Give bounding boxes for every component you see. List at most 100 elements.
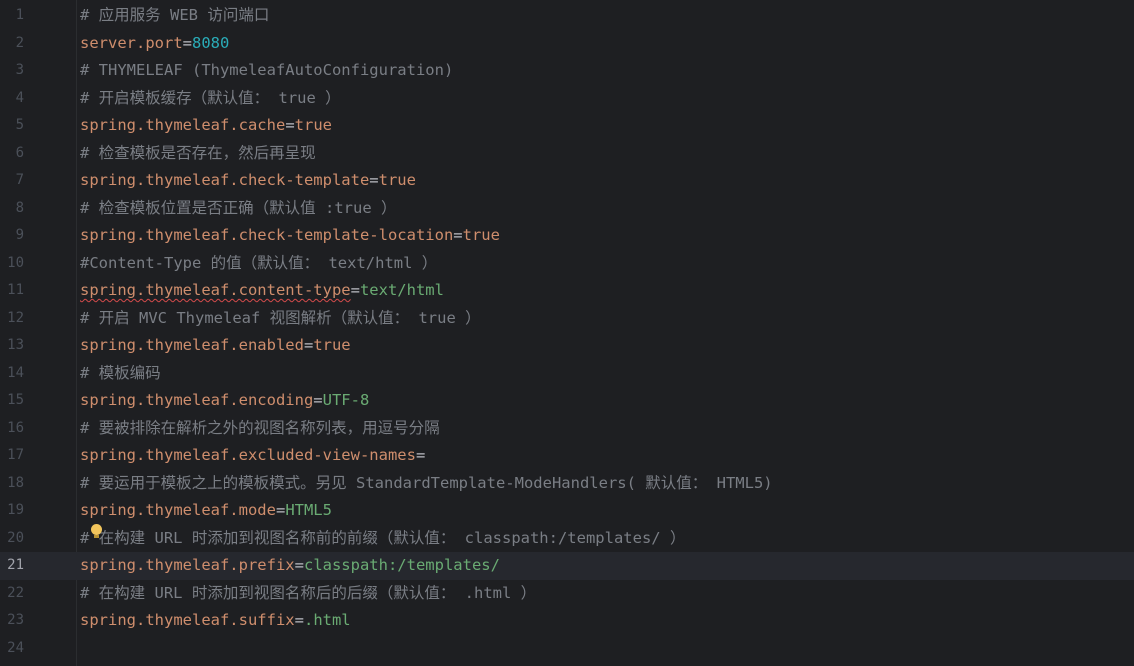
equals-sign: = (285, 116, 295, 134)
property-line: server.port=8080 (80, 30, 229, 58)
code-line[interactable]: 16 # 要被排除在解析之外的视图名称列表，用逗号分隔 (0, 415, 1134, 443)
code-line[interactable]: 3 # THYMELEAF (ThymeleafAutoConfiguration… (0, 57, 1134, 85)
property-value: text/html (359, 281, 444, 299)
line-number: 1 (15, 7, 24, 23)
line-number: 10 (7, 254, 24, 271)
equals-sign: = (313, 391, 323, 409)
code-line[interactable]: 1 # 应用服务 WEB 访问端口 (0, 2, 1134, 30)
property-line: spring.thymeleaf.enabled=true (80, 332, 351, 360)
line-number: 17 (7, 447, 24, 463)
property-key: spring.thymeleaf.check-template (80, 171, 370, 189)
code-line[interactable]: 5 spring.thymeleaf.cache=true (0, 112, 1134, 140)
code-line[interactable]: 13 spring.thymeleaf.enabled=true (0, 332, 1134, 360)
code-line[interactable]: 2 server.port=8080 (0, 30, 1134, 58)
code-line[interactable]: 10 #Content-Type 的值（默认值： text/html ） (0, 250, 1134, 278)
property-line: spring.thymeleaf.check-template-location… (80, 222, 500, 250)
line-number: 19 (7, 502, 24, 518)
code-editor[interactable]: 1 # 应用服务 WEB 访问端口 2 server.port=8080 3 # THYM… (0, 0, 1134, 666)
code-line[interactable]: 15 spring.thymeleaf.encoding=UTF-8 (0, 387, 1134, 415)
code-line[interactable]: 20 # 在构建 URL 时添加到视图名称前的前缀（默认值： classpath:… (0, 525, 1134, 553)
property-value: HTML5 (285, 501, 332, 519)
code-line[interactable]: 12 # 开启 MVC Thymeleaf 视图解析（默认值： true ） (0, 305, 1134, 333)
property-value: true (294, 116, 332, 134)
comment-text: # 在构建 URL 时添加到视图名称前的前缀（默认值： classpath:/t… (80, 528, 686, 547)
lightbulb-icon[interactable] (91, 524, 102, 538)
comment-text: # 检查模板位置是否正确（默认值 :true ） (80, 198, 397, 217)
property-value: true (462, 226, 500, 244)
property-line: spring.thymeleaf.encoding=UTF-8 (80, 387, 369, 415)
equals-sign: = (453, 226, 463, 244)
equals-sign: = (294, 556, 304, 574)
line-number: 13 (7, 337, 24, 353)
property-key: spring.thymeleaf.check-template-location (80, 226, 454, 244)
line-number: 9 (15, 227, 24, 243)
code-line[interactable]: 4 # 开启模板缓存（默认值： true ） (0, 85, 1134, 113)
property-key: spring.thymeleaf.prefix (80, 556, 295, 574)
line-number: 18 (7, 474, 24, 491)
equals-sign: = (275, 501, 286, 519)
line-number: 4 (15, 89, 24, 106)
property-key: spring.thymeleaf.enabled (80, 336, 304, 354)
comment-text: # 在构建 URL 时添加到视图名称后的后缀（默认值： .html ） (80, 583, 537, 602)
comment-text: # 开启模板缓存（默认值： true ） (80, 88, 341, 107)
code-line[interactable]: 11 spring.thymeleaf.content-type=text/htm… (0, 277, 1134, 305)
property-key: server.port (80, 33, 183, 52)
equals-sign: = (350, 281, 360, 299)
comment-text: #Content-Type 的值（默认值： text/html ） (80, 253, 438, 272)
comment-text: # 模板编码 (80, 363, 161, 382)
comment-text: # THYMELEAF (ThymeleafAutoConfiguration) (80, 61, 454, 79)
property-key: spring.thymeleaf.content-type (80, 281, 351, 299)
code-line[interactable]: 23 spring.thymeleaf.suffix=.html (0, 607, 1134, 635)
code-line[interactable]: 8 # 检查模板位置是否正确（默认值 :true ） (0, 195, 1134, 223)
property-line: spring.thymeleaf.content-type=text/html (80, 277, 444, 305)
comment-text: # 要被排除在解析之外的视图名称列表，用逗号分隔 (80, 418, 440, 437)
code-line[interactable]: 21 spring.thymeleaf.prefix=classpath:/tem… (0, 552, 1134, 580)
comment-text: # 要运用于模板之上的模板模式。另见 StandardTemplate-Mode… (80, 473, 773, 492)
property-value: .html (303, 611, 351, 629)
line-number: 23 (7, 612, 24, 628)
line-number: 7 (15, 172, 24, 188)
line-number: 3 (15, 62, 24, 78)
property-key: spring.thymeleaf.mode (80, 501, 276, 519)
property-value: classpath:/templates/ (303, 556, 500, 574)
property-line: spring.thymeleaf.check-template=true (80, 167, 416, 195)
comment-text: # 检查模板是否存在，然后再呈现 (80, 143, 316, 162)
property-value: true (378, 171, 416, 189)
property-line: spring.thymeleaf.prefix=classpath:/templ… (80, 552, 500, 580)
property-line: spring.thymeleaf.excluded-view-names= (80, 442, 425, 470)
property-line: spring.thymeleaf.suffix=.html (80, 607, 351, 635)
code-line[interactable]: 19 spring.thymeleaf.mode=HTML5 (0, 497, 1134, 525)
line-number: 14 (7, 364, 24, 381)
property-key: spring.thymeleaf.encoding (80, 391, 314, 409)
property-line: spring.thymeleaf.mode=HTML5 (80, 497, 332, 525)
property-key: spring.thymeleaf.cache (80, 116, 286, 134)
line-number: 5 (15, 117, 24, 133)
property-key: spring.thymeleaf.suffix (80, 611, 295, 629)
code-line[interactable]: 22 # 在构建 URL 时添加到视图名称后的后缀（默认值： .html ） (0, 580, 1134, 608)
property-key: spring.thymeleaf.excluded-view-names (80, 446, 416, 464)
equals-sign: = (369, 171, 379, 189)
comment-text: # 应用服务 WEB 访问端口 (80, 6, 270, 24)
property-value: 8080 (192, 33, 230, 52)
property-value: UTF-8 (322, 391, 370, 409)
equals-sign: = (294, 611, 304, 629)
comment-text: # 开启 MVC Thymeleaf 视图解析（默认值： true ） (80, 308, 481, 327)
line-number: 21 (7, 557, 24, 573)
line-number: 2 (15, 34, 24, 51)
equals-sign: = (303, 336, 314, 354)
property-value: true (313, 336, 351, 354)
code-line[interactable]: 7 spring.thymeleaf.check-template=true (0, 167, 1134, 195)
line-number: 16 (7, 419, 24, 436)
line-number: 20 (7, 529, 24, 546)
code-line[interactable]: 9 spring.thymeleaf.check-template-locatio… (0, 222, 1134, 250)
line-number: 22 (7, 584, 24, 601)
equals-sign: = (182, 33, 192, 52)
line-number: 24 (7, 639, 24, 656)
equals-sign: = (415, 446, 426, 464)
code-line[interactable]: 17 spring.thymeleaf.excluded-view-names= (0, 442, 1134, 470)
code-line[interactable]: 18 # 要运用于模板之上的模板模式。另见 StandardTemplate-Mo… (0, 470, 1134, 498)
line-number: 6 (15, 144, 24, 161)
code-line[interactable]: 24 (0, 635, 1134, 663)
code-line[interactable]: 14 # 模板编码 (0, 360, 1134, 388)
code-line[interactable]: 6 # 检查模板是否存在，然后再呈现 (0, 140, 1134, 168)
